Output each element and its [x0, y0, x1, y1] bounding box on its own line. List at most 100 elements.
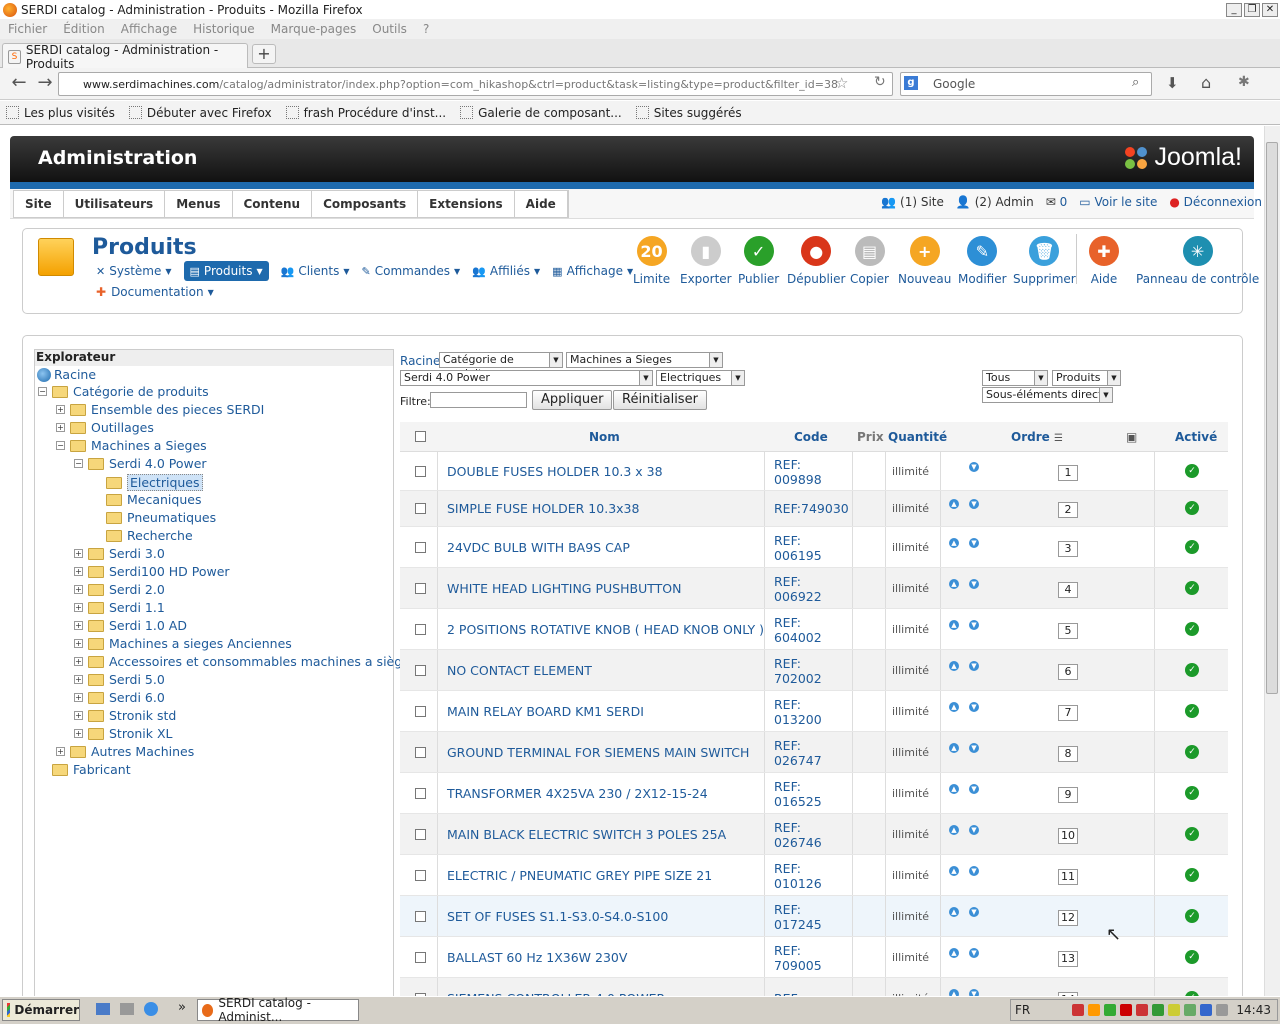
tab-active[interactable]: S SERDI catalog - Administration - Produ…: [2, 43, 248, 71]
row-checkbox[interactable]: [415, 746, 426, 758]
select-all-checkbox[interactable]: [415, 431, 426, 442]
move-down-icon[interactable]: ▼: [969, 578, 979, 589]
submenu-affilis[interactable]: 👥 Affiliés ▼: [472, 264, 540, 278]
tree-node[interactable]: + Serdi 1.1: [74, 600, 165, 615]
order-input[interactable]: 1: [1058, 464, 1078, 481]
product-name-link[interactable]: 2 POSITIONS ROTATIVE KNOB ( HEAD KNOB ON…: [447, 622, 764, 637]
submenu-systme[interactable]: ✕ Système ▼: [96, 264, 172, 278]
reset-button[interactable]: Réinitialiser: [613, 390, 707, 410]
published-check-icon[interactable]: ✓: [1185, 949, 1199, 964]
new-tab-button[interactable]: +: [252, 44, 276, 64]
model-select[interactable]: Serdi 4.0 Power ▼: [400, 370, 653, 386]
expand-icon[interactable]: +: [74, 603, 83, 612]
apply-button[interactable]: Appliquer: [532, 390, 613, 410]
move-down-icon[interactable]: ▼: [969, 783, 979, 794]
tray-icon[interactable]: [1088, 1004, 1101, 1016]
move-down-icon[interactable]: ▼: [969, 619, 979, 630]
tree-node[interactable]: + Serdi 6.0: [74, 690, 165, 705]
menu-marquepages[interactable]: Marque-pages: [263, 22, 365, 36]
table-row[interactable]: ELECTRIC / PNEUMATIC GREY PIPE SIZE 21 RE…: [400, 855, 1228, 896]
expand-icon[interactable]: +: [74, 621, 83, 630]
desktop-icon[interactable]: [96, 1003, 110, 1015]
minimize-button[interactable]: _: [1226, 2, 1242, 17]
tree-node[interactable]: + Machines a sieges Anciennes: [74, 636, 292, 651]
expand-icon[interactable]: +: [74, 639, 83, 648]
tree-node[interactable]: + Serdi100 HD Power: [74, 564, 230, 579]
tray-icon[interactable]: [1152, 1004, 1165, 1016]
admin-menu-extensions[interactable]: Extensions: [418, 191, 515, 217]
product-name-link[interactable]: DOUBLE FUSES HOLDER 10.3 x 38: [447, 464, 663, 479]
logout-link[interactable]: ● Déconnexion: [1169, 195, 1262, 209]
collapse-icon[interactable]: −: [74, 459, 83, 468]
published-check-icon[interactable]: ✓: [1185, 744, 1199, 759]
move-down-icon[interactable]: ▼: [969, 461, 979, 472]
expand-icon[interactable]: +: [74, 711, 83, 720]
tree-node[interactable]: + Stronik XL: [74, 726, 172, 741]
product-name-link[interactable]: NO CONTACT ELEMENT: [447, 663, 592, 678]
bookmark-item[interactable]: Les plus visités: [6, 106, 115, 120]
tray-icon[interactable]: [1104, 1004, 1117, 1016]
order-input[interactable]: 11: [1058, 868, 1078, 885]
all-select[interactable]: Tous ▼: [982, 370, 1048, 386]
table-row[interactable]: GROUND TERMINAL FOR SIEMENS MAIN SWITCH R…: [400, 732, 1228, 773]
back-arrow-icon[interactable]: ←: [6, 72, 32, 96]
col-qty-header[interactable]: Quantité: [888, 430, 947, 444]
admin-menu-composants[interactable]: Composants: [312, 191, 419, 217]
tree-node[interactable]: + Serdi 1.0 AD: [74, 618, 187, 633]
publish-button[interactable]: ✓ Publier: [738, 236, 779, 286]
col-order-header[interactable]: Ordre ☰: [1011, 430, 1063, 444]
product-name-link[interactable]: SIMPLE FUSE HOLDER 10.3x38: [447, 501, 639, 516]
admin-menu-site[interactable]: Site: [14, 191, 64, 217]
expand-icon[interactable]: +: [74, 549, 83, 558]
col-name-header[interactable]: Nom: [589, 430, 620, 444]
table-row[interactable]: 24VDC BULB WITH BA9S CAP REF: 006195 illim…: [400, 527, 1228, 568]
control-panel-button[interactable]: ✳ Panneau de contrôle: [1136, 236, 1259, 286]
product-name-link[interactable]: MAIN RELAY BOARD KM1 SERDI: [447, 704, 644, 719]
language-indicator[interactable]: FR: [1015, 1003, 1030, 1017]
tree-node[interactable]: + Serdi 2.0: [74, 582, 165, 597]
move-down-icon[interactable]: ▼: [969, 906, 979, 917]
expand-icon[interactable]: +: [74, 657, 83, 666]
bookmark-star-icon[interactable]: ☆: [835, 74, 848, 92]
order-input[interactable]: 3: [1058, 540, 1078, 557]
tree-node[interactable]: Recherche: [92, 528, 193, 543]
type-select[interactable]: Electriques ▼: [656, 370, 745, 386]
admin-menu-contenu[interactable]: Contenu: [233, 191, 313, 217]
taskbar-firefox-item[interactable]: SERDI catalog - Administ...: [197, 996, 359, 1024]
bookmark-item[interactable]: Débuter avec Firefox: [128, 106, 272, 120]
filter-input[interactable]: [430, 392, 527, 408]
download-icon[interactable]: ⬇: [1166, 74, 1179, 92]
move-down-icon[interactable]: ▼: [969, 824, 979, 835]
order-input[interactable]: 7: [1058, 704, 1078, 721]
edit-button[interactable]: ✎ Modifier: [958, 236, 1007, 286]
published-check-icon[interactable]: ✓: [1185, 826, 1199, 841]
move-down-icon[interactable]: ▼: [969, 865, 979, 876]
tree-node[interactable]: Fabricant: [38, 762, 131, 777]
table-row[interactable]: 2 POSITIONS ROTATIVE KNOB ( HEAD KNOB ON…: [400, 609, 1228, 650]
tree-node[interactable]: − Catégorie de produits: [38, 384, 209, 399]
search-input[interactable]: Google: [900, 72, 1152, 96]
row-checkbox[interactable]: [415, 705, 426, 717]
collapse-icon[interactable]: −: [38, 387, 47, 396]
machine-select[interactable]: Machines a Sieges ▼: [566, 352, 723, 368]
tree-node[interactable]: Electriques: [92, 474, 203, 491]
reload-icon[interactable]: ↻: [874, 74, 886, 90]
unpublish-button[interactable]: ● Dépublier: [787, 236, 845, 286]
bookmark-item[interactable]: frash Procédure d'inst...: [285, 106, 446, 120]
maximize-button[interactable]: ❐: [1244, 2, 1260, 17]
menu-dition[interactable]: Édition: [55, 22, 113, 36]
order-input[interactable]: 4: [1058, 581, 1078, 598]
help-button[interactable]: ✚ Aide: [1089, 236, 1119, 286]
move-down-icon[interactable]: ▼: [969, 660, 979, 671]
search-icon[interactable]: ⌕: [1132, 75, 1139, 90]
forward-arrow-icon[interactable]: →: [32, 72, 58, 96]
bookmark-item[interactable]: Galerie de composant...: [460, 106, 622, 120]
product-name-link[interactable]: MAIN BLACK ELECTRIC SWITCH 3 POLES 25A: [447, 827, 726, 842]
extension-icon[interactable]: ✱: [1238, 74, 1250, 90]
tree-node[interactable]: + Serdi 5.0: [74, 672, 165, 687]
messages-status[interactable]: ✉ 0: [1046, 195, 1068, 209]
explorer-quicklaunch-icon[interactable]: [120, 1003, 134, 1015]
url-bar[interactable]: www.serdimachines.com/catalog/administra…: [58, 72, 893, 96]
row-checkbox[interactable]: [415, 465, 426, 477]
product-name-link[interactable]: ELECTRIC / PNEUMATIC GREY PIPE SIZE 21: [447, 868, 712, 883]
